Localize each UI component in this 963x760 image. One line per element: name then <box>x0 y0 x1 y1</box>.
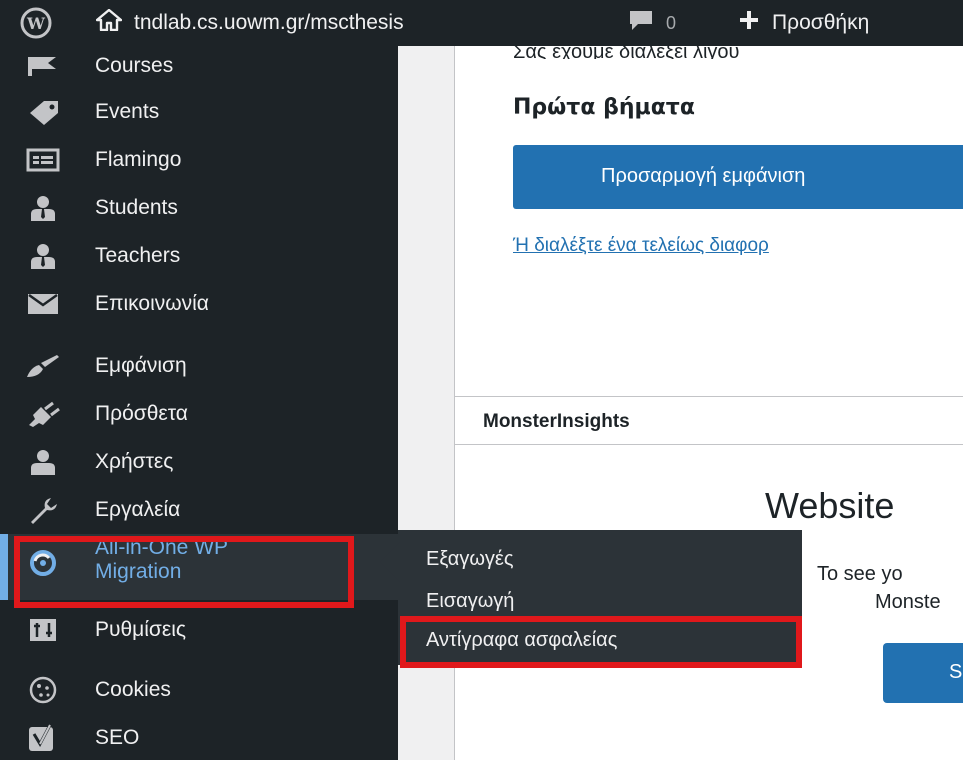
submenu-item-export[interactable]: Εξαγωγές <box>426 548 514 571</box>
sidebar-item-label: Επικοινωνία <box>95 292 209 315</box>
wrench-icon <box>24 495 62 525</box>
tag-icon <box>24 97 62 127</box>
sidebar-item-appearance[interactable]: Εμφάνιση <box>0 342 398 390</box>
envelope-icon <box>24 289 62 319</box>
label-line-1: All-in-One WP <box>95 536 229 559</box>
sidebar-item-label: Students <box>95 196 178 219</box>
sidebar-item-plugins[interactable]: Πρόσθετα <box>0 390 398 438</box>
comments-count: 0 <box>666 12 677 33</box>
site-name-link[interactable]: tndlab.cs.uowm.gr/mscthesis <box>95 8 404 37</box>
sidebar-item-label: Events <box>95 100 160 123</box>
widget-heading: Website <box>765 485 895 526</box>
svg-text:W: W <box>26 14 46 33</box>
welcome-intro-text: Σας έχουμε διαλέξει λίγου <box>513 46 740 59</box>
widget-button-label: S <box>949 661 963 683</box>
choose-theme-link[interactable]: Ή διαλέξτε ένα τελείως διαφορ <box>513 235 769 257</box>
user-tie-icon <box>24 241 62 271</box>
label-line-2: Migration <box>95 560 182 583</box>
sidebar-item-label: Flamingo <box>95 148 182 171</box>
comment-icon <box>628 9 654 37</box>
widget-header: MonsterInsights <box>455 397 963 445</box>
plus-icon <box>738 9 760 37</box>
sidebar-item-courses[interactable]: Courses <box>0 46 398 90</box>
sidebar-item-contact[interactable]: Επικοινωνία <box>0 280 398 328</box>
sidebar-item-students[interactable]: Students <box>0 184 398 232</box>
flag-icon <box>24 51 62 81</box>
cookie-icon <box>24 675 62 705</box>
widget-action-button[interactable]: S <box>883 643 963 703</box>
sidebar-item-flamingo[interactable]: Flamingo <box>0 136 398 184</box>
sidebar-item-label: Cookies <box>95 678 171 701</box>
sidebar-item-cookies[interactable]: Cookies <box>0 666 398 714</box>
flyout-pointer <box>380 542 400 582</box>
widget-text-line-2: Monste <box>875 591 941 613</box>
new-label: Προσθήκη <box>772 11 870 34</box>
admin-bar: W tndlab.cs.uowm.gr/mscthesis 0 Προσθήκη <box>0 0 963 46</box>
sidebar-item-label: Εργαλεία <box>95 498 181 521</box>
submenu-flyout: Εξαγωγές Εισαγωγή Αντίγραφα ασφαλείας <box>398 530 802 665</box>
sidebar-item-seo[interactable]: SEO <box>0 714 398 760</box>
sidebar-item-label: Πρόσθετα <box>95 402 188 425</box>
sidebar-item-label: Ρυθμίσεις <box>95 618 187 641</box>
comments-link[interactable]: 0 <box>628 9 676 37</box>
widget-title: MonsterInsights <box>483 411 630 432</box>
sidebar-item-settings[interactable]: Ρυθμίσεις <box>0 606 398 654</box>
welcome-panel: Σας έχουμε διαλέξει λίγου Πρώτα βήματα Π… <box>454 46 963 403</box>
sidebar-item-teachers[interactable]: Teachers <box>0 232 398 280</box>
wordpress-logo-icon[interactable]: W <box>20 7 52 39</box>
user-icon <box>24 447 62 477</box>
yoast-icon <box>24 723 62 753</box>
sidebar-item-tools[interactable]: Εργαλεία <box>0 486 398 534</box>
customize-site-button[interactable]: Προσαρμογή εμφάνιση <box>513 145 963 209</box>
sidebar-item-events[interactable]: Events <box>0 88 398 136</box>
widget-text-line-1: To see yo <box>817 563 903 585</box>
customize-button-label: Προσαρμογή εμφάνιση <box>601 165 806 187</box>
sidebar-item-label: Teachers <box>95 244 181 267</box>
sidebar-item-label: Χρήστες <box>95 450 174 473</box>
submenu-item-import[interactable]: Εισαγωγή <box>426 590 514 613</box>
sidebar-item-users[interactable]: Χρήστες <box>0 438 398 486</box>
list-card-icon <box>24 145 62 175</box>
migration-icon <box>24 548 62 578</box>
sidebar-item-label: Courses <box>95 54 174 77</box>
site-name: tndlab.cs.uowm.gr/mscthesis <box>134 11 404 34</box>
new-content-link[interactable]: Προσθήκη <box>738 9 869 37</box>
admin-sidebar: Courses Events Flamingo Students Teacher… <box>0 46 398 760</box>
sidebar-item-label: SEO <box>95 726 140 749</box>
home-icon <box>95 8 123 37</box>
submenu-item-backups[interactable]: Αντίγραφα ασφαλείας <box>426 629 617 652</box>
user-tie-icon <box>24 193 62 223</box>
first-steps-heading: Πρώτα βήματα <box>513 95 695 120</box>
sidebar-item-all-in-one-wp-migration[interactable]: All-in-One WP Migration <box>0 534 398 600</box>
settings-sliders-icon <box>24 615 62 645</box>
sidebar-item-label: Εμφάνιση <box>95 354 187 377</box>
plugin-icon <box>24 399 62 429</box>
paintbrush-icon <box>24 351 62 381</box>
sidebar-item-label: All-in-One WP Migration <box>95 536 228 584</box>
